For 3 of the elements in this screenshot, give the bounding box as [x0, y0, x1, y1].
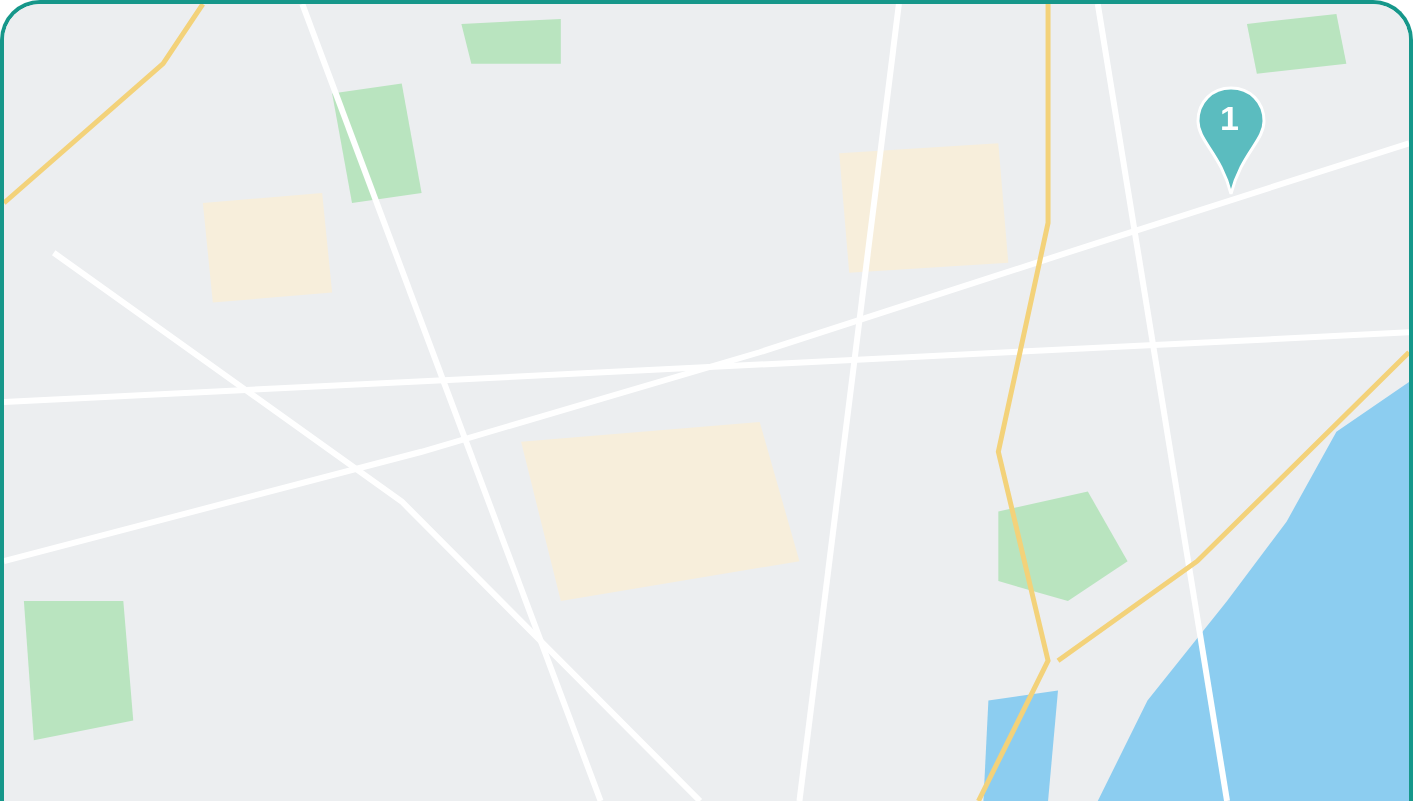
- map-pin[interactable]: 1: [1196, 86, 1266, 196]
- map-pin-icon: [1196, 86, 1266, 196]
- pin-number: 1: [1220, 98, 1239, 138]
